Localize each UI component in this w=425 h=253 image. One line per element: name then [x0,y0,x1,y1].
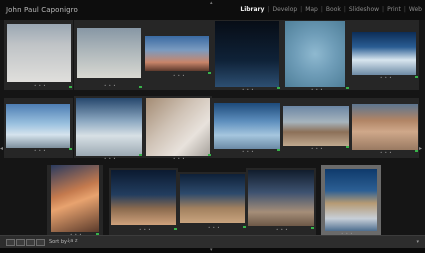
grid-view-icon[interactable] [6,239,15,246]
status-flag-icon [139,86,142,88]
rating-dots[interactable]: • • • [311,146,323,151]
rating-dots[interactable]: • • • [104,83,116,88]
module-separator: | [382,6,385,13]
photo-cell[interactable]: • • • [350,20,419,90]
rating-dots[interactable]: • • • [173,73,185,78]
photo-cell[interactable]: • • • [47,165,103,237]
photo-cell[interactable]: • • • [4,98,73,158]
rating-dots[interactable]: • • • [276,227,288,232]
photo-cell[interactable]: • • • [350,98,419,158]
top-panel-toggle-icon[interactable]: ▴ [210,0,213,6]
sort-direction-icon[interactable]: ↓a z [66,238,77,244]
rating-dots[interactable]: • • • [242,87,254,92]
status-flag-icon [277,87,280,89]
rating-dots[interactable]: • • • [173,156,185,161]
photo-thumbnail[interactable] [76,98,142,156]
photo-cell[interactable]: • • • [321,165,381,236]
photo-thumbnail[interactable] [215,21,279,87]
photo-grid: • • • • • • • • • • • • • • • • • • • • … [0,20,425,237]
photo-cell[interactable]: • • • [281,98,350,158]
photo-cell[interactable]: • • • [212,20,281,92]
photo-thumbnail[interactable] [51,165,99,232]
photo-thumbnail[interactable] [325,169,377,231]
status-flag-icon [174,228,177,230]
compare-view-icon[interactable] [26,239,35,246]
left-panel-toggle-icon[interactable]: ◂ [0,145,3,152]
module-separator: | [320,6,323,13]
status-flag-icon [208,154,211,156]
photo-thumbnail[interactable] [111,170,176,225]
right-panel-toggle-icon[interactable]: ▸ [419,145,422,152]
module-separator: | [267,6,270,13]
photo-thumbnail[interactable] [352,104,418,150]
module-separator: | [300,6,303,13]
identity-plate: John Paul Caponigro [6,6,78,14]
status-flag-icon [69,148,72,150]
photo-cell[interactable]: • • • [246,168,316,235]
photo-cell[interactable]: • • • [74,96,143,161]
photo-thumbnail[interactable] [352,32,416,75]
photo-thumbnail[interactable] [77,28,141,78]
rating-dots[interactable]: • • • [311,87,323,92]
photo-thumbnail[interactable] [248,170,314,226]
loupe-view-icon[interactable] [16,239,25,246]
photo-cell[interactable]: • • • [74,20,143,90]
module-web[interactable]: Web [409,6,422,13]
status-flag-icon [277,149,280,151]
survey-view-icon[interactable] [36,239,45,246]
photo-thumbnail[interactable] [7,24,71,82]
status-flag-icon [139,154,142,156]
module-slideshow[interactable]: Slideshow [349,6,379,13]
rating-dots[interactable]: • • • [139,227,151,232]
status-flag-icon [69,86,72,88]
photo-cell[interactable]: • • • [143,96,212,161]
rating-dots[interactable]: • • • [34,148,46,153]
module-print[interactable]: Print [387,6,401,13]
photo-cell[interactable]: • • • [4,20,73,90]
rating-dots[interactable]: • • • [34,83,46,88]
photo-thumbnail[interactable] [285,21,345,87]
photo-thumbnail[interactable] [283,106,349,146]
status-flag-icon [415,150,418,152]
module-library[interactable]: Library [240,6,264,13]
photo-thumbnail[interactable] [180,174,245,223]
status-flag-icon [415,76,418,78]
rating-dots[interactable]: • • • [242,149,254,154]
rating-dots[interactable]: • • • [208,225,220,230]
rating-dots[interactable]: • • • [380,75,392,80]
photo-cell[interactable]: • • • [212,98,281,158]
photo-thumbnail[interactable] [6,104,70,148]
status-flag-icon [311,227,314,229]
top-bar: John Paul Caponigro ▴ Library | Develop … [0,0,425,20]
photo-thumbnail[interactable] [214,103,280,149]
rating-dots[interactable]: • • • [104,156,116,161]
module-map[interactable]: Map [305,6,318,13]
bottom-panel-toggle-icon[interactable]: ▾ [210,247,213,253]
status-flag-icon [346,87,349,89]
photo-cell[interactable]: • • • [281,20,350,92]
module-picker: Library | Develop | Map | Book | Slidesh… [240,6,422,13]
photo-cell[interactable]: • • • [178,172,247,235]
status-flag-icon [208,72,211,74]
status-flag-icon [346,146,349,148]
photo-thumbnail[interactable] [145,36,209,71]
module-book[interactable]: Book [326,6,341,13]
photo-thumbnail[interactable] [146,98,210,156]
rating-dots[interactable]: • • • [380,150,392,155]
module-separator: | [403,6,406,13]
toolbar-dropdown-icon[interactable]: ▾ [416,239,419,245]
photo-cell[interactable]: • • • [109,168,178,235]
module-separator: | [343,6,346,13]
module-develop[interactable]: Develop [272,6,297,13]
photo-cell[interactable]: • • • [143,20,212,90]
